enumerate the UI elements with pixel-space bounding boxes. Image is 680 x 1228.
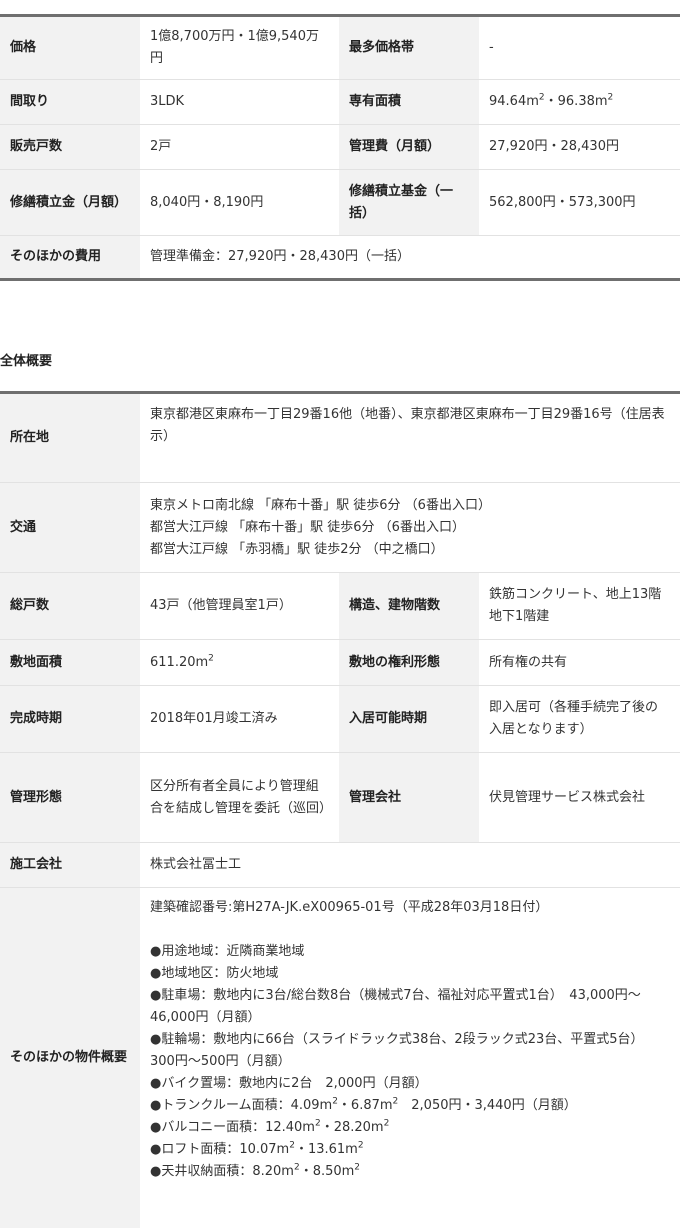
site-area-value: 611.20m2 <box>140 639 339 686</box>
completion-value: 2018年01月竣工済み <box>140 685 339 753</box>
other-cost-value: 管理準備金：27,920円・28,430円（一括） <box>140 235 680 280</box>
table-row: そのほかの費用 管理準備金：27,920円・28,430円（一括） <box>0 235 680 280</box>
move-in-label: 入居可能時期 <box>339 685 479 753</box>
table-row: 間取り 3LDK 専有面積 94.64m2・96.38m2 <box>0 79 680 125</box>
table-row: 敷地面積 611.20m2 敷地の権利形態 所有権の共有 <box>0 639 680 686</box>
parking-text: ●駐車場：敷地内に3台/総台数8台（機械式7台、福祉対応平置式1台） 43,00… <box>150 988 641 1025</box>
access-value: 東京メトロ南北線 「麻布十番」駅 徒歩6分 （6番出入口） 都営大江戸線 「麻布… <box>140 482 680 573</box>
table-row: 管理形態 区分所有者全員により管理組合を結成し管理を委託（巡回） 管理会社 伏見… <box>0 752 680 843</box>
price-table: 価格 1億8,700万円・1億9,540万円 最多価格帯 - 間取り 3LDK … <box>0 14 680 281</box>
table-row: 完成時期 2018年01月竣工済み 入居可能時期 即入居可（各種手続完了後の入居… <box>0 685 680 753</box>
location-value: 東京都港区東麻布一丁目29番16他（地番）、東京都港区東麻布一丁目29番16号（… <box>150 407 665 444</box>
loft-text: ●ロフト面積：10.07m2・13.61m2 <box>150 1140 364 1157</box>
access-line: 東京メトロ南北線 「麻布十番」駅 徒歩6分 （6番出入口） <box>150 497 491 513</box>
other-cost-label: そのほかの費用 <box>0 235 140 280</box>
builder-label: 施工会社 <box>0 842 140 888</box>
table-row: 施工会社 株式会社冨士工 <box>0 842 680 888</box>
table-row: 販売戸数 2戸 管理費（月額） 27,920円・28,430円 <box>0 124 680 170</box>
table-row: そのほかの物件概要 建築確認番号:第H27A-JK.eX00965-01号（平成… <box>0 887 680 1228</box>
table-row: 価格 1億8,700万円・1億9,540万円 最多価格帯 - <box>0 15 680 80</box>
use-zone-text: ●用途地域：近隣商業地域 <box>150 944 305 959</box>
total-units-value: 43戸（他管理員室1戸） <box>140 572 339 640</box>
mgmt-fee-value: 27,920円・28,430円 <box>479 124 680 170</box>
repair-value: 8,040円・8,190円 <box>140 169 339 236</box>
table-row: 修繕積立金（月額） 8,040円・8,190円 修繕積立基金（一括） 562,8… <box>0 169 680 236</box>
balcony-text: ●バルコニー面積：12.40m2・28.20m2 <box>150 1118 390 1135</box>
district-text: ●地域地区：防火地域 <box>150 966 279 981</box>
land-rights-label: 敷地の権利形態 <box>339 639 479 686</box>
layout-label: 間取り <box>0 79 140 125</box>
other-value: 建築確認番号:第H27A-JK.eX00965-01号（平成28年03月18日付… <box>140 887 680 1228</box>
mgmt-form-label: 管理形態 <box>0 752 140 843</box>
access-line: 都営大江戸線 「麻布十番」駅 徒歩6分 （6番出入口） <box>150 519 465 535</box>
area-label: 専有面積 <box>339 79 479 125</box>
layout-value: 3LDK <box>140 79 339 125</box>
units-label: 販売戸数 <box>0 124 140 170</box>
table-row: 交通 東京メトロ南北線 「麻布十番」駅 徒歩6分 （6番出入口） 都営大江戸線 … <box>0 482 680 573</box>
table-row: 総戸数 43戸（他管理員室1戸） 構造、建物階数 鉄筋コンクリート、地上13階 … <box>0 572 680 640</box>
move-in-value: 即入居可（各種手続完了後の入居となります） <box>479 685 680 753</box>
bicycle-text: ●駐輪場：敷地内に66台（スライドラック式38台、2段ラック式23台、平置式5台… <box>150 1032 651 1069</box>
access-line: 都営大江戸線 「赤羽橋」駅 徒歩2分 （中之橋口） <box>150 541 444 557</box>
repair-fund-value: 562,800円・573,300円 <box>479 169 680 236</box>
mgmt-company-label: 管理会社 <box>339 752 479 843</box>
bike-text: ●バイク置場：敷地内に2台 2,000円（月額） <box>150 1076 428 1091</box>
mgmt-fee-label: 管理費（月額） <box>339 124 479 170</box>
structure-value: 鉄筋コンクリート、地上13階 地下1階建 <box>479 572 680 640</box>
price-label: 価格 <box>0 15 140 80</box>
land-rights-value: 所有権の共有 <box>479 639 680 686</box>
top-price-label: 最多価格帯 <box>339 15 479 80</box>
overview-table: 所在地 東京都港区東麻布一丁目29番16他（地番）、東京都港区東麻布一丁目29番… <box>0 391 680 1228</box>
builder-value: 株式会社冨士工 <box>140 842 680 888</box>
mgmt-company-value: 伏見管理サービス株式会社 <box>479 752 680 843</box>
top-price-value: - <box>489 40 494 55</box>
units-value: 2戸 <box>140 124 339 170</box>
trunk-text: ●トランクルーム面積：4.09m2・6.87m2 2,050円・3,440円（月… <box>150 1096 577 1113</box>
table-row: 所在地 東京都港区東麻布一丁目29番16他（地番）、東京都港区東麻布一丁目29番… <box>0 392 680 483</box>
repair-fund-label: 修繕積立基金（一括） <box>339 169 479 236</box>
repair-label: 修繕積立金（月額） <box>0 169 140 236</box>
completion-label: 完成時期 <box>0 685 140 753</box>
location-label: 所在地 <box>0 392 140 483</box>
ceiling-text: ●天井収納面積：8.20m2・8.50m2 <box>150 1162 361 1179</box>
mgmt-form-value: 区分所有者全員により管理組合を結成し管理を委託（巡回） <box>140 752 339 843</box>
section-title: 全体概要 <box>0 354 53 369</box>
site-area-label: 敷地面積 <box>0 639 140 686</box>
permit-text: 建築確認番号:第H27A-JK.eX00965-01号（平成28年03月18日付… <box>150 900 549 915</box>
price-value: 1億8,700万円・1億9,540万円 <box>150 29 319 66</box>
total-units-label: 総戸数 <box>0 572 140 640</box>
structure-label: 構造、建物階数 <box>339 572 479 640</box>
other-label: そのほかの物件概要 <box>0 887 140 1228</box>
access-label: 交通 <box>0 482 140 573</box>
area-value: 94.64m2・96.38m2 <box>479 79 680 125</box>
